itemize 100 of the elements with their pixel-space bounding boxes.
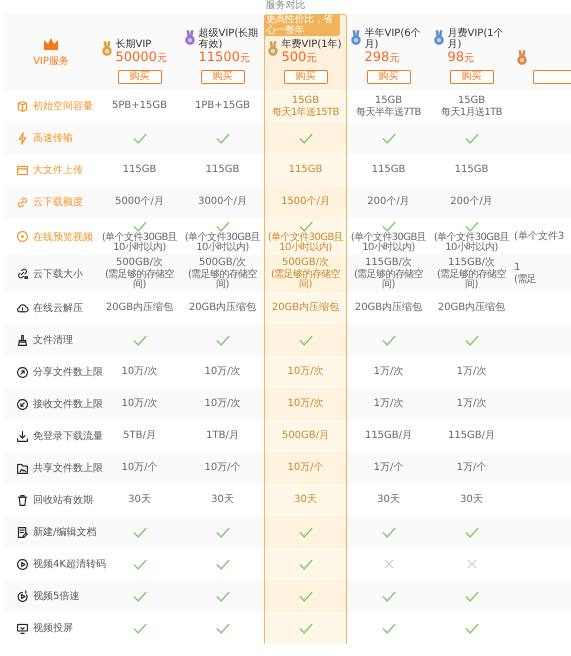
buy-button[interactable]: 购买 [366, 70, 410, 84]
cell-text: 115GB [288, 164, 322, 176]
check-icon [464, 622, 478, 634]
cell-text: 115GB/次 [364, 257, 412, 268]
check-icon [216, 526, 230, 538]
check-icon [216, 132, 230, 144]
cell-text: 115GB/月 [448, 430, 496, 442]
cell-note: 每天半年送7TB [356, 108, 421, 118]
cell-text: 30天 [128, 494, 151, 506]
plan-name: 半年VIP(6个月) [364, 28, 422, 50]
window-icon [16, 164, 29, 176]
screen-icon [16, 622, 29, 634]
check-icon [298, 526, 312, 538]
check-icon [298, 220, 312, 232]
cell-note: (单个文件30GB且10小时以内) [100, 232, 178, 252]
cell-text: 200个/月 [367, 196, 410, 208]
cell-text: 1万/次 [374, 366, 404, 378]
check-icon [132, 558, 146, 570]
buy-button[interactable]: 购买 [284, 70, 328, 84]
plan-name: 年费VIP(1年) [282, 39, 342, 50]
cell-note: (单个文件30GB且10小时以内) [184, 232, 262, 252]
cell-text: 1万/次 [456, 398, 486, 410]
box-icon [16, 100, 29, 112]
cell-text: 10万/次 [204, 366, 241, 378]
document-edit-icon [16, 526, 29, 538]
download-icon [16, 430, 29, 442]
cell-text: 10万/个 [121, 462, 158, 474]
cell-note: (需足够的存储空间) [436, 270, 508, 290]
cross-icon [384, 559, 394, 569]
buy-button[interactable] [532, 70, 571, 84]
cell-text: 10万/个 [287, 462, 324, 474]
check-icon [382, 590, 396, 602]
buy-button[interactable]: 购买 [200, 70, 244, 84]
plan-price: 11500元 [198, 50, 251, 66]
page-title: 服务对比 [264, 0, 306, 13]
cell-text: 1万/个 [374, 462, 404, 474]
cell-text: 1万/个 [456, 462, 486, 474]
check-icon [464, 220, 478, 232]
cell-text: 500GB/次 [282, 257, 330, 268]
cell-text: 1万/次 [374, 398, 404, 410]
cell-text: 500GB/次 [198, 257, 246, 268]
cell-note: (单个文件30GB且10小时以内) [432, 232, 510, 252]
check-icon [464, 334, 478, 346]
cell-text: 3000个/月 [198, 196, 247, 208]
feature-label: 免登录下载流量 [33, 430, 103, 443]
cell-text: 20GB内压缩包 [188, 302, 256, 314]
feature-label: 新建/编辑文档 [33, 526, 96, 539]
cell-note: 每天1年送15TB [272, 108, 339, 118]
cell-text: (单个文件3 [514, 230, 564, 242]
cell-note: (需足够的存储空间) [270, 270, 342, 290]
cell-text: 500GB/次 [116, 257, 164, 268]
cell-text: 1万/次 [456, 366, 486, 378]
cell-text: 115GB/次 [448, 257, 496, 268]
buy-button[interactable]: 购买 [118, 70, 162, 84]
cell-text: 20GB内压缩包 [106, 302, 174, 314]
check-icon [382, 334, 396, 346]
plan-name: 长期VIP [116, 39, 152, 50]
plan-name: 月费VIP(1个月) [448, 28, 505, 50]
check-icon [132, 132, 146, 144]
cell-text: 115GB [122, 164, 156, 176]
cell-text: 1 [514, 262, 520, 274]
cloud-icon [16, 302, 29, 314]
feature-label: 在线云解压 [33, 302, 83, 315]
cell-text: 30天 [377, 494, 400, 506]
cell-text: 1PB+15GB [195, 100, 250, 112]
check-icon [464, 590, 478, 602]
check-icon [216, 334, 230, 346]
cell-text: 1TB/月 [206, 430, 239, 442]
cell-text: 115GB [454, 164, 488, 176]
cell-text: 5PB+15GB [112, 100, 167, 112]
check-icon [382, 622, 396, 634]
feature-label: 视频4K超清转码 [33, 558, 106, 571]
check-icon [298, 590, 312, 602]
link-icon [16, 196, 29, 208]
check-icon [132, 334, 146, 346]
cell-text: 30天 [460, 494, 483, 506]
cell-text: 30天 [211, 494, 234, 506]
feature-label: 文件清理 [33, 334, 73, 347]
check-icon [132, 590, 146, 602]
cell-text: 500GB/月 [282, 430, 330, 442]
cell-text: 115GB [206, 164, 240, 176]
feature-label: 大文件上传 [33, 164, 83, 177]
plan-price: 500元 [282, 50, 318, 66]
feature-label: 云下载大小 [33, 268, 83, 280]
check-icon [298, 132, 312, 144]
badge: 更高性价比，省心一整年 [264, 14, 340, 36]
receive-arrow-icon [16, 398, 29, 410]
cell-note: (单个文件30GB且10小时以内) [350, 232, 428, 252]
check-icon [382, 220, 396, 232]
plan-price: 50000元 [116, 50, 167, 66]
plan-name: 超级VIP(长期有效) [198, 28, 260, 50]
check-icon [298, 622, 312, 634]
feature-label: 共享文件数上限 [33, 462, 103, 475]
feature-label: 接收文件数上限 [33, 398, 103, 411]
feature-label: 初始空间容量 [33, 100, 93, 113]
check-icon [382, 526, 396, 538]
buy-button[interactable]: 购买 [450, 70, 494, 84]
check-icon [216, 558, 230, 570]
feature-label: 云下载额度 [33, 196, 83, 209]
cell-text: 20GB内压缩包 [438, 302, 506, 314]
